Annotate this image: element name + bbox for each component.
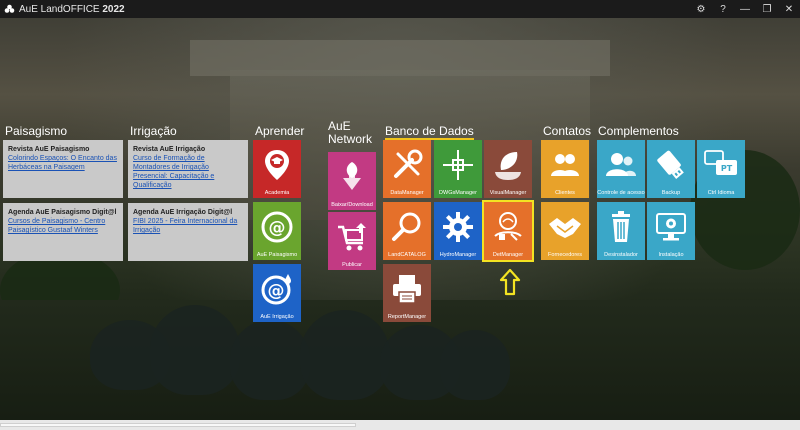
tile-hydromanager[interactable]: HydroManager [434, 202, 482, 260]
tile-instalacao[interactable]: Instalação [647, 202, 695, 260]
tile-aue-paisagismo[interactable]: @ AuE Paisagismo [253, 202, 301, 260]
tile-academia[interactable]: Academia [253, 140, 301, 198]
scrollbar-thumb[interactable] [0, 423, 356, 427]
tile-detmanager[interactable]: DetManager [482, 200, 534, 262]
window-title: AuE LandOFFICE 2022 [19, 3, 125, 15]
maximize-button[interactable]: ❐ [756, 0, 778, 18]
at-sign-drop-icon: @ [253, 264, 301, 313]
title-bar: AuE LandOFFICE 2022 ⚙ ? — ❐ ✕ [0, 0, 800, 18]
language-chat-icon: PT [697, 140, 745, 189]
cart-upload-icon [328, 212, 376, 261]
close-button[interactable]: ✕ [778, 0, 800, 18]
horizontal-scrollbar[interactable] [0, 420, 800, 430]
pt-badge: PT [721, 164, 733, 173]
tile-aue-irrigacao[interactable]: @ AuE Irrigação [253, 264, 301, 322]
section-title-aue-network: AuE Network [328, 119, 373, 146]
monitor-gear-icon [647, 202, 695, 251]
tile-backup[interactable]: Backup [647, 140, 695, 198]
settings-icon[interactable]: ⚙ [690, 0, 712, 18]
section-title-irrigacao: Irrigação [130, 124, 177, 138]
news-revista-paisagismo: Revista AuE Paisagismo Colorindo Espaços… [3, 140, 123, 198]
graduation-pin-icon [253, 140, 301, 189]
background-plant [300, 310, 390, 400]
section-title-contatos: Contatos [543, 124, 592, 138]
tile-publicar[interactable]: Publicar [328, 212, 376, 270]
tile-visualmanager[interactable]: VisualManager [484, 140, 532, 198]
app-logo-icon [3, 3, 15, 15]
printer-icon [383, 264, 431, 313]
news-title: Agenda AuE Irrigação Digit@l [133, 209, 233, 216]
tile-datamanager[interactable]: DataManager [383, 140, 431, 198]
background-plant [230, 320, 310, 400]
background-plant [440, 330, 510, 400]
gear-icon [434, 202, 482, 251]
users-group-icon [597, 140, 645, 189]
tile-fornecedores[interactable]: Fornecedores [541, 202, 589, 260]
news-title: Revista AuE Paisagismo [8, 146, 90, 153]
section-title-banco-de-dados: Banco de Dados [385, 124, 474, 140]
svg-text:@: @ [269, 218, 286, 238]
section-title-paisagismo: Paisagismo [5, 124, 68, 138]
usb-drive-icon [647, 140, 695, 189]
news-link[interactable]: Curso de Formação de Montadores de Irrig… [133, 154, 243, 190]
minimize-button[interactable]: — [734, 0, 756, 18]
leaf-download-icon [328, 152, 376, 201]
handshake-icon [541, 202, 589, 251]
crosshair-icon [434, 140, 482, 189]
tile-baixar-download[interactable]: Baixar/Download [328, 152, 376, 210]
tools-icon [383, 140, 431, 189]
tile-ctrl-idioma[interactable]: PT Ctrl Idioma [697, 140, 745, 198]
tile-desinstalador[interactable]: Desinstalador [597, 202, 645, 260]
tile-controle-de-acesso[interactable]: Controle de acesso [597, 140, 645, 198]
magnifier-icon [383, 202, 431, 251]
news-agenda-paisagismo: Agenda AuE Paisagismo Digit@l Cursos de … [3, 203, 123, 261]
news-title: Agenda AuE Paisagismo Digit@l [8, 209, 117, 216]
news-link[interactable]: Cursos de Paisagismo - Centro Paisagísti… [8, 217, 118, 235]
at-sign-leaf-icon: @ [253, 202, 301, 251]
trash-icon [597, 202, 645, 251]
background-plant [150, 305, 240, 395]
tile-landcatalog[interactable]: LandCATALOG [383, 202, 431, 260]
detail-drawing-icon [484, 202, 532, 251]
users-icon [541, 140, 589, 189]
tile-reportmanager[interactable]: ReportManager [383, 264, 431, 322]
news-revista-irrigacao: Revista AuE Irrigação Curso de Formação … [128, 140, 248, 198]
news-link[interactable]: Colorindo Espaços: O Encanto das Herbáce… [8, 154, 118, 172]
news-link[interactable]: FIBI 2025 - Feira Internacional da Irrig… [133, 217, 243, 235]
tile-clientes[interactable]: Clientes [541, 140, 589, 198]
section-title-aprender: Aprender [255, 124, 305, 138]
leaf-bowl-icon [484, 140, 532, 189]
up-arrow-icon [499, 268, 521, 296]
news-title: Revista AuE Irrigação [133, 146, 206, 153]
tile-dwgmanager[interactable]: DWGsManager [434, 140, 482, 198]
section-title-complementos: Complementos [598, 124, 679, 138]
svg-text:@: @ [268, 281, 285, 301]
news-agenda-irrigacao: Agenda AuE Irrigação Digit@l FIBI 2025 -… [128, 203, 248, 261]
help-icon[interactable]: ? [712, 0, 734, 18]
